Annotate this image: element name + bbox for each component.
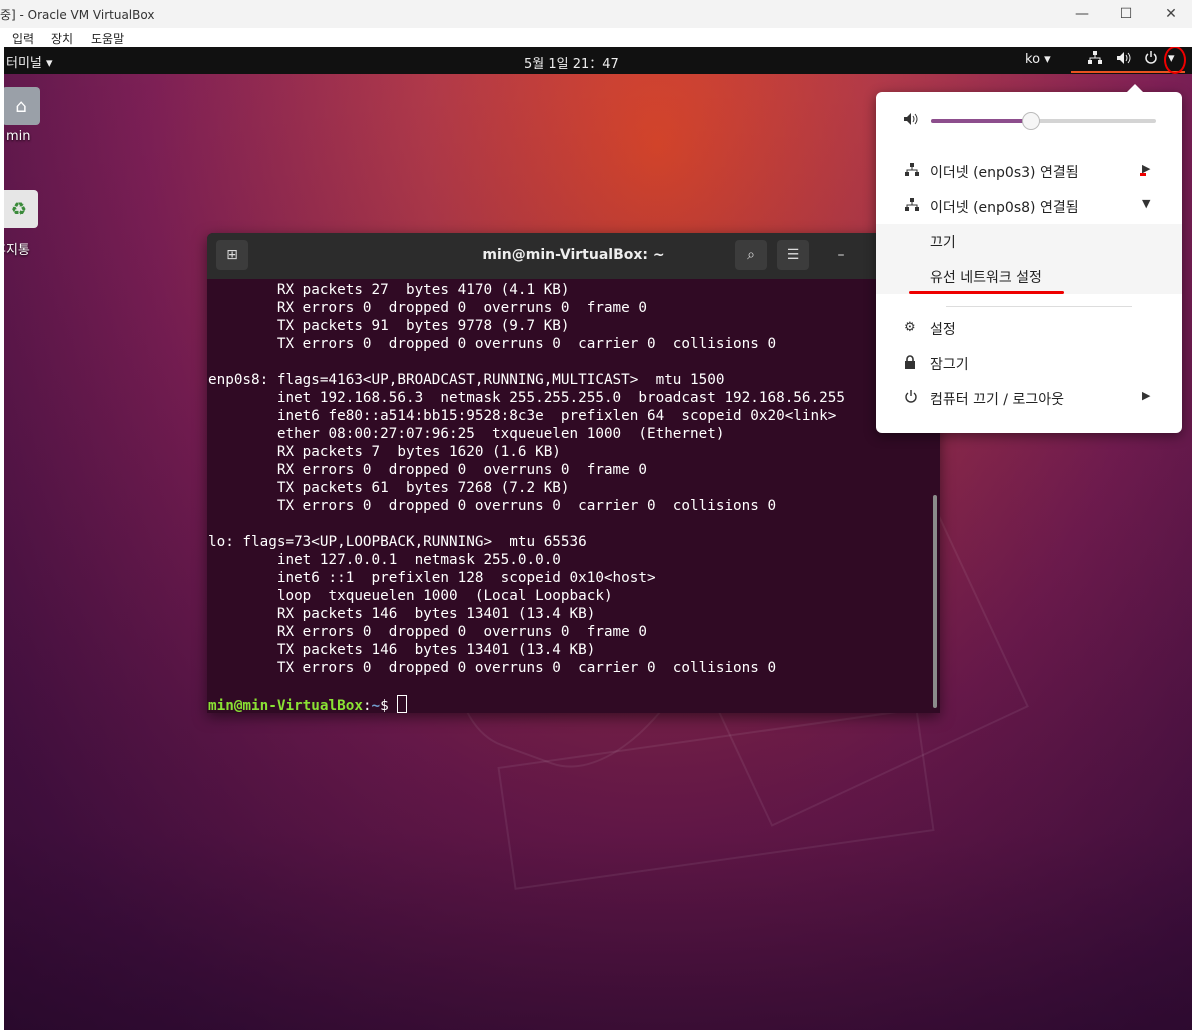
ethernet-enp0s8-item[interactable]: 이더넷 (enp0s8) 연결됨 ▼	[876, 189, 1182, 223]
settings-item[interactable]: ⚙ 설정	[876, 311, 1182, 345]
menu-pointer	[1126, 84, 1144, 93]
home-folder-icon[interactable]: ⌂	[4, 87, 40, 125]
volume-slider-fill	[931, 119, 1030, 123]
language-indicator[interactable]: ko ▾	[1025, 52, 1051, 67]
window-title: 중] - Oracle VM VirtualBox	[0, 8, 155, 22]
turn-off-label: 끄기	[930, 235, 956, 251]
network-icon[interactable]	[1087, 51, 1103, 69]
host-menubar: 입력 장치 도움말	[0, 28, 1192, 47]
clock[interactable]: 5월 1일 21：47	[524, 53, 619, 72]
home-folder-label: min	[6, 129, 31, 144]
ethernet-submenu: 끄기 유선 네트워크 설정	[876, 224, 1182, 294]
hamburger-menu-button[interactable]: ☰	[777, 240, 809, 270]
chevron-down-icon: ▼	[1142, 197, 1151, 210]
menu-input[interactable]: 입력	[12, 30, 34, 47]
search-button[interactable]: ⌕	[735, 240, 767, 270]
ethernet-enp0s3-item[interactable]: 이더넷 (enp0s3) 연결됨 ▶	[876, 154, 1182, 188]
vm-screen: 터미널 ▾ 5월 1일 21：47 ko ▾ ▾ ⌂ min ♻ 휴지통 ⊞ m…	[4, 47, 1192, 1030]
prompt-path: ~	[371, 698, 381, 713]
annotation-circle	[1164, 47, 1186, 74]
annotation-mark	[1140, 173, 1146, 176]
text-cursor	[397, 695, 408, 713]
terminal-window[interactable]: ⊞ min@min-VirtualBox: ~ ⌕ ☰ – RX packets…	[207, 233, 940, 713]
lock-item[interactable]: 잠그기	[876, 346, 1182, 380]
minimize-button[interactable]: –	[825, 240, 857, 270]
prompt-separator: :	[362, 698, 372, 713]
power-icon[interactable]	[1144, 51, 1158, 69]
terminal-headerbar: ⊞ min@min-VirtualBox: ~ ⌕ ☰ –	[207, 233, 940, 279]
power-icon	[904, 390, 918, 408]
prompt-user: min@min-VirtualBox	[208, 698, 363, 713]
close-button[interactable]: ✕	[1148, 2, 1192, 26]
prompt-symbol: $	[380, 698, 398, 713]
lock-icon	[904, 355, 916, 373]
gnome-top-bar: 터미널 ▾ 5월 1일 21：47 ko ▾ ▾	[4, 47, 1192, 74]
trash-label: 휴지통	[4, 243, 30, 258]
menu-separator	[946, 306, 1132, 307]
terminal-output[interactable]: RX packets 27 bytes 4170 (4.1 KB) RX err…	[208, 281, 845, 713]
network-icon	[904, 198, 920, 216]
annotation-underline	[909, 291, 1064, 294]
volume-slider-handle[interactable]	[1022, 112, 1040, 130]
scrollbar[interactable]	[933, 495, 937, 708]
chevron-right-icon: ▶	[1142, 389, 1151, 402]
volume-slider[interactable]	[931, 112, 1156, 130]
gear-icon: ⚙	[904, 320, 916, 335]
settings-label: 설정	[930, 322, 956, 338]
system-menu: 이더넷 (enp0s3) 연결됨 ▶ 이더넷 (enp0s8) 연결됨 ▼ 끄기…	[876, 84, 1182, 433]
lock-label: 잠그기	[930, 357, 969, 373]
volume-icon	[903, 112, 919, 130]
trash-icon[interactable]: ♻	[4, 190, 38, 228]
ethernet-enp0s3-label: 이더넷 (enp0s3) 연결됨	[930, 165, 1079, 181]
wired-settings-label: 유선 네트워크 설정	[930, 270, 1042, 286]
app-menu[interactable]: 터미널 ▾	[6, 52, 53, 71]
network-icon	[904, 163, 920, 181]
maximize-button[interactable]: ☐	[1103, 2, 1149, 26]
wired-settings-item[interactable]: 유선 네트워크 설정	[876, 259, 1182, 293]
host-titlebar: 중] - Oracle VM VirtualBox — ☐ ✕	[0, 0, 1192, 28]
turn-off-item[interactable]: 끄기	[876, 224, 1182, 258]
ethernet-enp0s8-label: 이더넷 (enp0s8) 연결됨	[930, 200, 1079, 216]
menu-devices[interactable]: 장치	[51, 30, 73, 47]
power-off-logout-item[interactable]: 컴퓨터 끄기 / 로그아웃 ▶	[876, 381, 1182, 415]
volume-icon[interactable]	[1116, 51, 1132, 69]
menu-help[interactable]: 도움말	[91, 30, 124, 47]
power-off-logout-label: 컴퓨터 끄기 / 로그아웃	[930, 392, 1064, 408]
minimize-button[interactable]: —	[1059, 2, 1105, 26]
